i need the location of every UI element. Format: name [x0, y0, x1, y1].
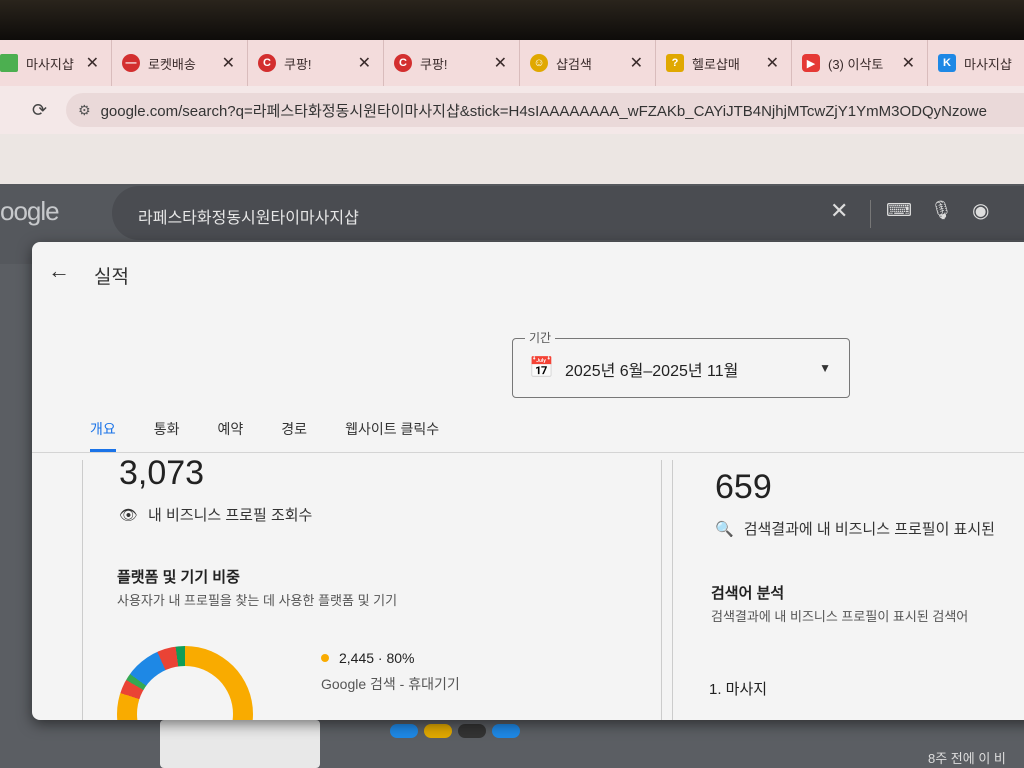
browser-tab[interactable]: ▶ (3) 이삭토 ✕ — [792, 40, 928, 86]
legend-value: 2,445 · 80% — [339, 650, 415, 666]
search-query[interactable]: 라페스타화정동시원타이마사지샵 — [138, 204, 359, 228]
close-icon[interactable]: ✕ — [630, 53, 643, 73]
coupang-icon: C — [258, 54, 276, 72]
browser-tab[interactable]: 마사지샵 ✕ — [0, 40, 112, 86]
microphone-icon[interactable]: 🎙 — [930, 200, 953, 221]
smile-icon: ☺ — [530, 54, 548, 72]
browser-tab[interactable]: C 쿠팡! ✕ — [384, 40, 520, 86]
profile-views-value: 3,073 — [119, 454, 205, 492]
divider — [32, 452, 1024, 453]
platform-title: 플랫폼 및 기기 비중 — [117, 569, 240, 586]
tab-label: 샵검색 — [556, 56, 592, 72]
search-appearances-label-row: 🔍 검색결과에 내 비즈니스 프로필이 표시된 — [715, 518, 995, 539]
tab-bookings[interactable]: 예약 — [218, 414, 244, 452]
keyword-item[interactable]: 1. 마사지 — [709, 678, 767, 699]
monitor-bezel — [0, 0, 1024, 40]
platform-desc: 사용자가 내 프로필을 찾는 데 사용한 플랫폼 및 기기 — [117, 593, 398, 608]
legend-label: Google 검색 - 휴대기기 — [321, 676, 460, 692]
background-icons — [390, 724, 540, 744]
dialog-title: 실적 — [94, 267, 129, 288]
platform-legend-item: 2,445 · 80% — [321, 650, 415, 666]
background-footer-text: 8주 전에 이 비 — [928, 751, 1006, 766]
keywords-desc: 검색결과에 내 비즈니스 프로필이 표시된 검색어 — [711, 609, 969, 624]
search-appearances-label: 검색결과에 내 비즈니스 프로필이 표시된 — [743, 521, 995, 538]
browser-tab[interactable]: — 로켓배송 ✕ — [112, 40, 248, 86]
eye-icon: 👁 — [119, 506, 139, 524]
tab-label: 쿠팡! — [284, 56, 312, 72]
coupang-icon: C — [394, 54, 412, 72]
search-icon: 🔍 — [715, 520, 734, 538]
clear-icon[interactable]: ✕ — [830, 198, 848, 224]
page-top-band — [0, 134, 1024, 184]
divider — [870, 200, 871, 228]
browser-tab[interactable]: C 쿠팡! ✕ — [248, 40, 384, 86]
close-icon[interactable]: ✕ — [222, 53, 235, 73]
search-appearances-value: 659 — [715, 468, 772, 506]
lens-icon[interactable]: ◉ — [972, 198, 989, 223]
tab-label: 쿠팡! — [420, 56, 448, 72]
profile-views-label: 내 비즈니스 프로필 조회수 — [148, 507, 313, 524]
period-legend: 기간 — [525, 329, 556, 346]
background-card — [160, 720, 320, 768]
url-text: google.com/search?q=라페스타화정동시원타이마사지샵&stic… — [100, 102, 987, 120]
period-select[interactable]: 기간 📅 2025년 6월–2025년 11월 ▼ — [512, 329, 850, 398]
profile-views-panel: 3,073 👁 내 비즈니스 프로필 조회수 플랫폼 및 기기 비중 사용자가 … — [82, 454, 662, 720]
platform-donut-chart[interactable] — [117, 646, 253, 720]
close-icon[interactable]: ✕ — [766, 53, 779, 73]
search-box[interactable]: 라페스타화정동시원타이마사지샵 ✕ ⌨ 🎙 ◉ — [112, 186, 1024, 240]
tab-label: 마사지샵 — [26, 56, 74, 72]
help-icon: ? — [666, 54, 684, 72]
search-appearances-panel: 659 🔍 검색결과에 내 비즈니스 프로필이 표시된 검색어 분석 검색결과에… — [672, 460, 1024, 720]
dropdown-arrow-icon[interactable]: ▼ — [819, 361, 831, 375]
no-entry-icon: — — [122, 54, 140, 72]
google-logo[interactable]: oogle — [0, 196, 60, 227]
browser-tab-bar: 마사지샵 ✕ — 로켓배송 ✕ C 쿠팡! ✕ C 쿠팡! ✕ ☺ 샵검색 ✕ … — [0, 40, 1024, 86]
close-icon[interactable]: ✕ — [494, 53, 507, 73]
legend-dot — [321, 654, 329, 662]
close-icon[interactable]: ✕ — [902, 53, 915, 73]
tab-website-clicks[interactable]: 웹사이트 클릭수 — [345, 414, 439, 452]
address-field[interactable]: ⚙ google.com/search?q=라페스타화정동시원타이마사지샵&st… — [66, 93, 1024, 127]
tab-directions[interactable]: 경로 — [281, 414, 307, 452]
keywords-title: 검색어 분석 — [711, 585, 785, 602]
tab-label: (3) 이삭토 — [828, 56, 884, 72]
green-square-icon — [0, 54, 18, 72]
performance-dialog: ← 실적 기간 📅 2025년 6월–2025년 11월 ▼ 개요 통화 예약 … — [32, 242, 1024, 720]
site-info-icon[interactable]: ⚙ — [78, 102, 91, 119]
tab-overview[interactable]: 개요 — [90, 414, 116, 452]
close-icon[interactable]: ✕ — [358, 53, 371, 73]
reload-icon[interactable]: ⟳ — [32, 100, 52, 121]
address-bar-area: ⟳ ⚙ google.com/search?q=라페스타화정동시원타이마사지샵&… — [0, 86, 1024, 134]
keyboard-icon[interactable]: ⌨ — [886, 200, 912, 221]
tab-label: 로켓배송 — [148, 56, 196, 72]
profile-views-label-row: 👁 내 비즈니스 프로필 조회수 — [119, 504, 312, 525]
browser-tab[interactable]: ? 헬로샵매 ✕ — [656, 40, 792, 86]
close-icon[interactable]: ✕ — [86, 53, 99, 73]
back-arrow-icon[interactable]: ← — [48, 258, 70, 284]
youtube-icon: ▶ — [802, 54, 820, 72]
k-icon: K — [938, 54, 956, 72]
tab-label: 헬로샵매 — [692, 56, 740, 72]
tab-calls[interactable]: 통화 — [154, 414, 180, 452]
period-value: 2025년 6월–2025년 11월 — [565, 363, 739, 380]
browser-tab[interactable]: ☺ 샵검색 ✕ — [520, 40, 656, 86]
tab-label: 마사지샵 — [964, 56, 1012, 72]
browser-tab[interactable]: K 마사지샵 — [928, 40, 1024, 86]
dialog-tabs: 개요 통화 예약 경로 웹사이트 클릭수 — [90, 414, 477, 452]
calendar-icon: 📅 — [529, 357, 554, 379]
